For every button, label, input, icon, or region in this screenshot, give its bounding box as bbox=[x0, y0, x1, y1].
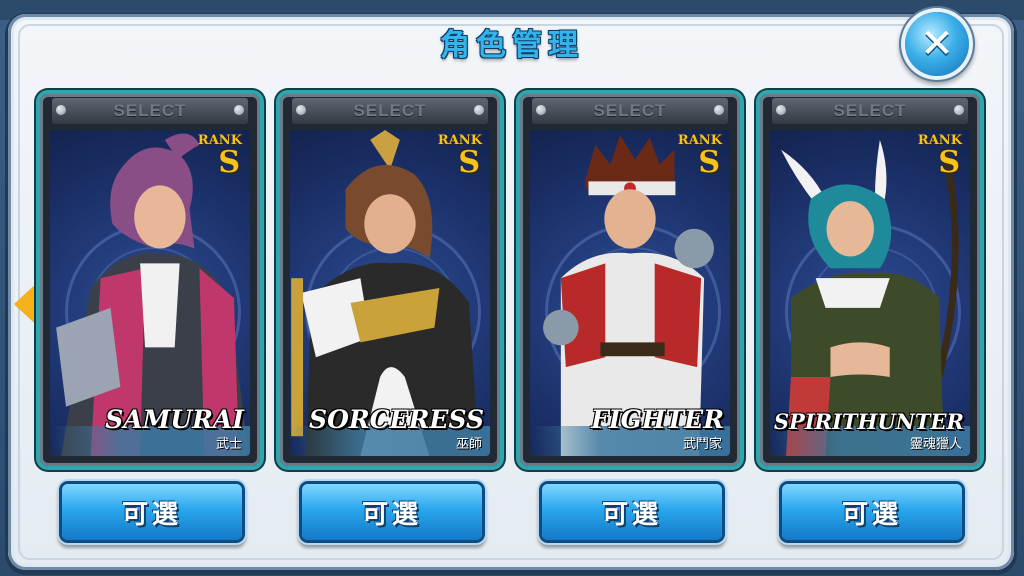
rank-value: S bbox=[938, 145, 960, 180]
select-bar: SELECT bbox=[772, 98, 968, 124]
select-bar: SELECT bbox=[532, 98, 728, 124]
close-icon: ✕ bbox=[920, 21, 954, 67]
class-name: FIGHTER bbox=[591, 405, 724, 434]
class-name: SPIRITHUNTER bbox=[773, 409, 964, 434]
close-button[interactable]: ✕ bbox=[905, 12, 969, 76]
character-portrait: RANK S FIGHTER 武鬥家 bbox=[530, 130, 730, 456]
character-card-spirithunter[interactable]: SELECT RANK S SPIRITHUNTER 靈魂獵人 bbox=[756, 90, 984, 470]
class-name-chinese: 靈魂獵人 bbox=[909, 437, 962, 452]
character-card-sorceress[interactable]: SELECT RANK S SORCERESS 巫師 bbox=[276, 90, 504, 470]
class-name: SORCERESS bbox=[309, 405, 484, 434]
class-name-chinese: 武鬥家 bbox=[682, 437, 722, 452]
class-name: SAMURAI bbox=[105, 405, 244, 434]
class-name-chinese: 武士 bbox=[215, 437, 242, 452]
rank-value: S bbox=[458, 145, 480, 180]
select-sorceress-button[interactable]: 可選 bbox=[302, 484, 482, 540]
rank-value: S bbox=[698, 145, 720, 180]
rank-value: S bbox=[218, 145, 240, 180]
class-name-chinese: 巫師 bbox=[455, 437, 482, 452]
character-card-fighter[interactable]: SELECT RANK S FIGHTER 武鬥家 bbox=[516, 90, 744, 470]
character-portrait: RANK S SORCERESS 巫師 bbox=[290, 130, 490, 456]
select-spirithunter-button[interactable]: 可選 bbox=[782, 484, 962, 540]
scroll-left-arrow-icon[interactable] bbox=[14, 282, 38, 326]
select-bar: SELECT bbox=[52, 98, 248, 124]
panel-title: 角色管理 bbox=[440, 28, 584, 63]
select-bar: SELECT bbox=[292, 98, 488, 124]
character-card-samurai[interactable]: SELECT RANK S SAMURAI 武士 bbox=[36, 90, 264, 470]
select-samurai-button[interactable]: 可選 bbox=[62, 484, 242, 540]
character-portrait: RANK S SPIRITHUNTER 靈魂獵人 bbox=[770, 130, 970, 456]
select-fighter-button[interactable]: 可選 bbox=[542, 484, 722, 540]
character-portrait: RANK S SAMURAI 武士 bbox=[50, 130, 250, 456]
